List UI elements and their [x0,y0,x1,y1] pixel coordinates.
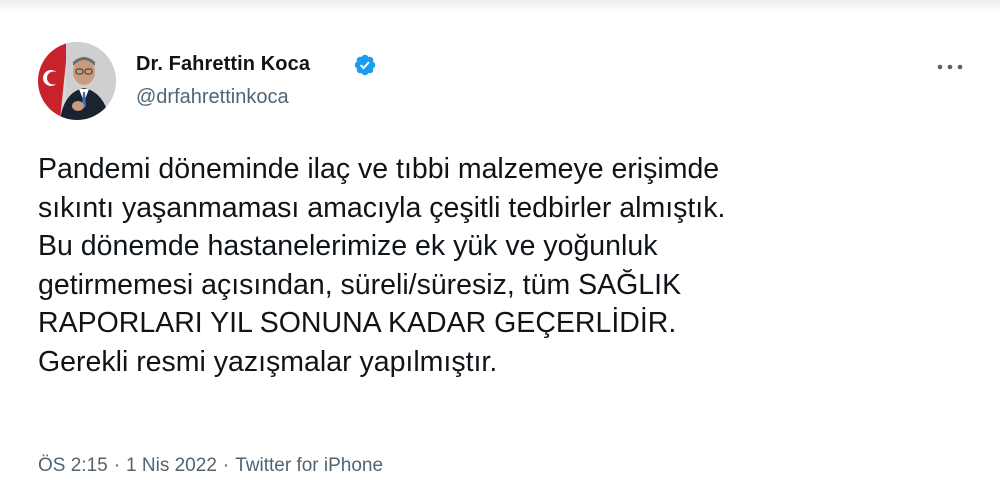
avatar[interactable] [38,42,116,120]
meta-separator: · [113,455,121,476]
tweet-text-line: Pandemi döneminde ilaç ve tıbbi malzemey… [38,153,720,185]
tweet-text-line: sıkıntı yaşanmaması amacıyla çeşitli ted… [38,191,726,224]
more-options-button[interactable] [930,52,970,82]
more-horizontal-icon [937,64,963,70]
tweet-text-line: RAPORLARI YIL SONUNA KADAR GEÇERLİDİR. [38,307,677,339]
profile-photo-icon [38,42,116,120]
meta-separator: · [222,455,230,476]
tweet-text: Pandemi döneminde ilaç ve tıbbi malzemey… [38,150,968,381]
tweet-text-line: Gerekli resmi yazışmalar yapılmıştır. [38,345,498,378]
tweet-source-link[interactable]: Twitter for iPhone [235,455,383,477]
author-name[interactable]: Dr. Fahrettin Koca [136,53,310,76]
tweet-time-link[interactable]: ÖS 2:15 [38,455,108,477]
tweet-text-line: Bu dönemde hastanelerimize ek yük ve yoğ… [38,230,658,262]
verified-badge-icon [354,54,376,76]
author-handle[interactable]: @drfahrettinkoca [136,86,289,109]
tweet-date-link[interactable]: 1 Nis 2022 [126,455,217,477]
tweet-metadata: ÖS 2:15 · 1 Nis 2022 · Twitter for iPhone [38,455,383,477]
tweet-card: Dr. Fahrettin Koca @drfahrettinkoca Pand… [0,0,1000,495]
tweet-text-line: getirmemesi açısından, süreli/süresiz, t… [38,268,682,301]
